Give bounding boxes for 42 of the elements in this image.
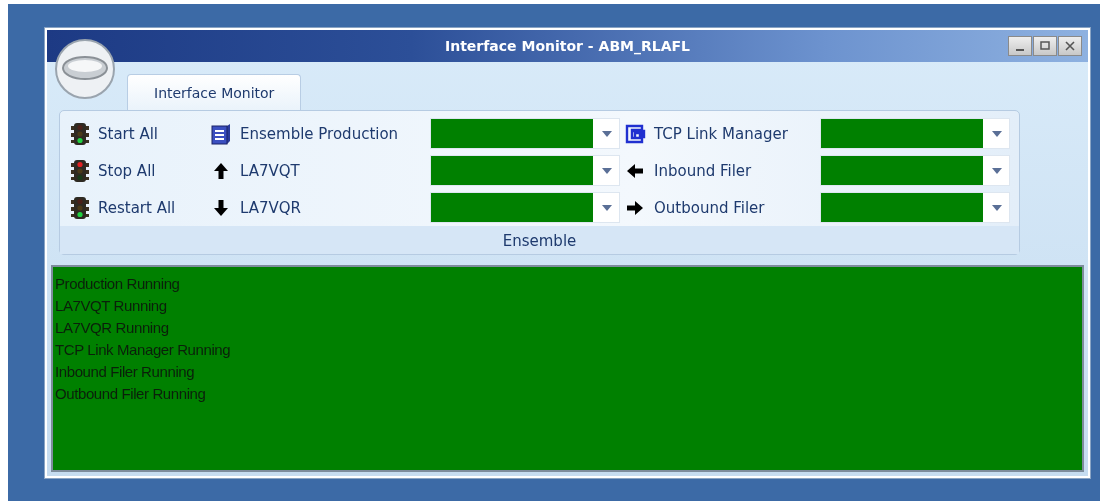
command-button[interactable]: Start All (66, 115, 206, 152)
component-button[interactable]: LA7VQT (206, 152, 430, 189)
log-line: Inbound Filer Running (55, 362, 195, 382)
log-line: TCP Link Manager Running (55, 340, 231, 360)
caret-icon (602, 204, 612, 211)
status-dropdown[interactable] (820, 192, 1010, 223)
command-button[interactable]: Stop All (66, 152, 206, 189)
component-button[interactable]: TCP Link Manager (620, 115, 820, 152)
status-dropdown[interactable] (820, 118, 1010, 149)
minimize-button[interactable] (1008, 36, 1032, 56)
log-line: Production Running (55, 274, 180, 294)
app-menu-button[interactable] (54, 38, 116, 100)
maximize-button[interactable] (1033, 36, 1057, 56)
component-button[interactable]: Outbound Filer (620, 189, 820, 226)
minimize-icon (1016, 49, 1024, 51)
component-button[interactable]: Inbound Filer (620, 152, 820, 189)
caret-icon (992, 130, 1002, 137)
caret-icon (602, 130, 612, 137)
server-icon (210, 122, 232, 145)
group-label: Ensemble (60, 226, 1019, 254)
caret-icon (602, 167, 612, 174)
status-dropdown[interactable] (430, 155, 620, 186)
traffic-light-icon (70, 195, 90, 220)
window-title: Interface Monitor - ABM_RLAFL (445, 38, 690, 54)
close-button[interactable] (1058, 36, 1082, 56)
status-dropdown[interactable] (430, 118, 620, 149)
command-button[interactable]: Restart All (66, 189, 206, 226)
log-line: LA7VQR Running (55, 318, 169, 338)
caret-icon (992, 167, 1002, 174)
caret-icon (992, 204, 1002, 211)
link-icon (624, 122, 646, 145)
traffic-light-icon (70, 158, 90, 183)
log-line: Outbound Filer Running (55, 384, 206, 404)
maximize-icon (1040, 41, 1050, 51)
ribbon-tab[interactable]: Interface Monitor (127, 74, 302, 110)
component-button[interactable]: Ensemble Production (206, 115, 430, 152)
log-line: LA7VQT Running (55, 296, 167, 316)
component-button[interactable]: LA7VQR (206, 189, 430, 226)
close-icon (1065, 41, 1075, 51)
status-dropdown[interactable] (430, 192, 620, 223)
status-dropdown[interactable] (820, 155, 1010, 186)
traffic-light-icon (70, 121, 90, 146)
